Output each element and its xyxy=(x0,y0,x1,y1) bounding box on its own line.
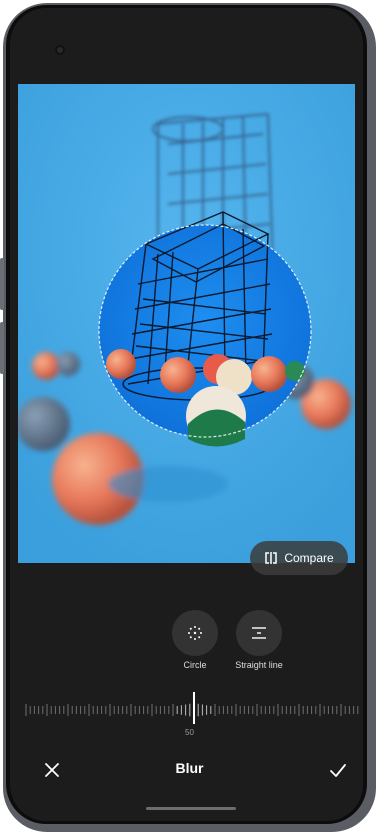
checkmark-icon xyxy=(330,764,346,777)
slider-value: 50 xyxy=(185,728,194,737)
phone-side-button xyxy=(0,322,4,374)
blur-intensity-slider[interactable] xyxy=(10,690,363,730)
front-camera xyxy=(55,45,65,55)
compare-label: Compare xyxy=(284,551,334,565)
circle-blur-icon xyxy=(188,626,202,640)
phone-side-button xyxy=(0,258,4,310)
photo-image xyxy=(18,84,355,563)
compare-icon xyxy=(265,552,278,564)
home-indicator[interactable] xyxy=(146,807,236,810)
straight-line-blur-button[interactable] xyxy=(236,610,282,656)
photo-preview[interactable] xyxy=(18,84,355,563)
tool-label-straight-line: Straight line xyxy=(235,660,283,670)
compare-button[interactable]: Compare xyxy=(250,541,348,575)
page-title: Blur xyxy=(175,760,204,776)
straight-line-blur-icon xyxy=(252,627,266,639)
confirm-button[interactable] xyxy=(326,758,350,782)
circle-blur-button[interactable] xyxy=(172,610,218,656)
